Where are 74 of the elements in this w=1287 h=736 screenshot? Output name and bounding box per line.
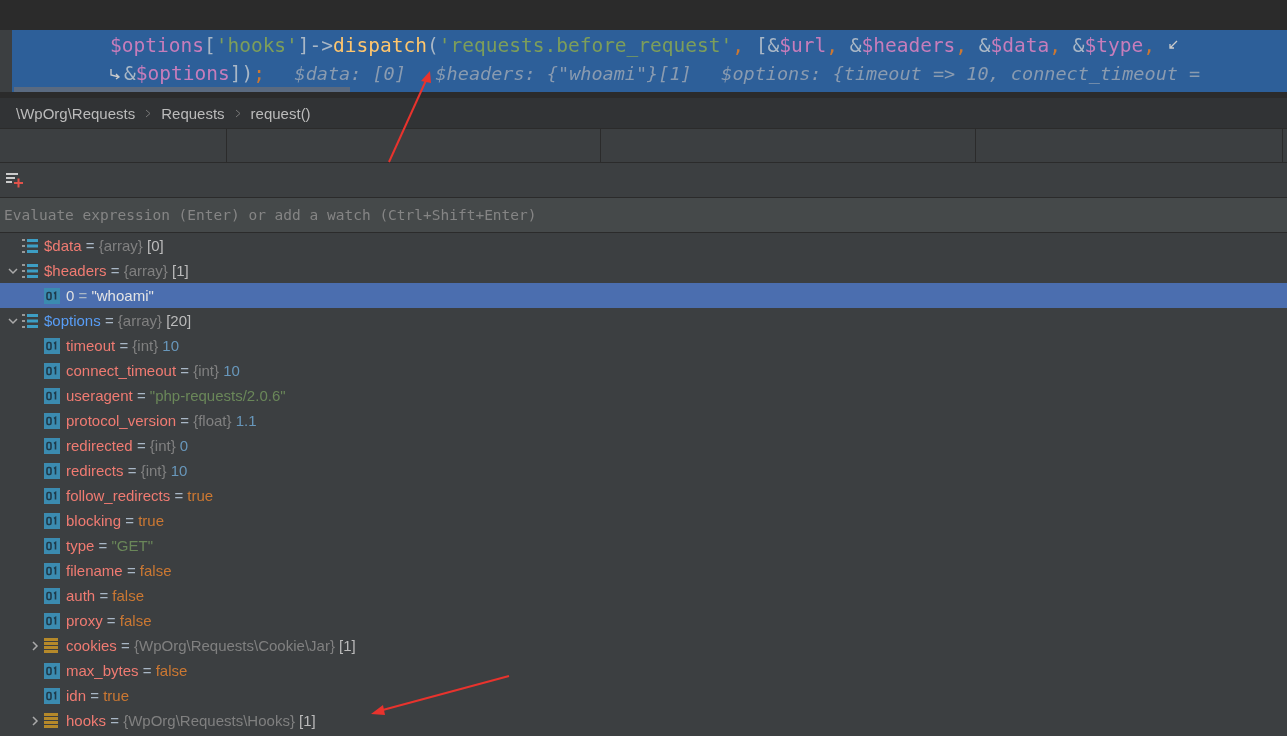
code-line: $options['hooks']->dispatch('requests.before_request', [&$url, &$headers, &$data, &$type, [110, 30, 1287, 62]
stacked-bars-icon [44, 713, 58, 728]
variable-row[interactable]: auth = false [0, 583, 1287, 608]
variable-text: protocol_version = {float} 1.1 [66, 412, 257, 429]
variable-row[interactable]: blocking = true [0, 508, 1287, 533]
binary-value-icon [44, 537, 60, 554]
breadcrumb-item[interactable]: \WpOrg\Requests [16, 104, 136, 122]
numbered-list-icon [22, 262, 38, 279]
binary-value-icon [44, 562, 60, 579]
numbered-list-icon [22, 312, 38, 329]
numbered-list-icon [22, 237, 38, 254]
variable-row[interactable]: type = "GET" [0, 533, 1287, 558]
watch-input-field[interactable]: Evaluate expression (Enter) or add a watch (Ctrl+Shift+Enter) [0, 198, 1287, 233]
binary-value-icon [44, 587, 60, 604]
binary-value-icon [44, 412, 60, 429]
variable-text: 0 = "whoami" [66, 287, 154, 304]
variable-text: timeout = {int} 10 [66, 337, 180, 354]
horizontal-scrollbar[interactable] [14, 87, 350, 92]
variable-text: $options = {array} [20] [44, 312, 192, 329]
binary-value-icon [44, 437, 60, 454]
variable-text: redirected = {int} 0 [66, 437, 189, 454]
variable-text: useragent = "php-requests/2.0.6" [66, 387, 286, 404]
variable-text: type = "GET" [66, 537, 153, 554]
chevron-right-icon [234, 108, 241, 118]
variable-text: idn = true [66, 687, 129, 704]
variable-row[interactable]: $headers = {array} [1] [0, 258, 1287, 283]
binary-value-icon [44, 362, 60, 379]
variable-row[interactable]: 0 = "whoami" [0, 283, 1287, 308]
binary-value-icon [44, 387, 60, 404]
variable-row[interactable]: idn = true [0, 683, 1287, 708]
add-watch-icon[interactable] [6, 172, 24, 188]
variable-text: max_bytes = false [66, 662, 188, 679]
variable-text: cookies = {WpOrg\Requests\Cookie\Jar} [1] [66, 637, 356, 654]
binary-value-icon [44, 462, 60, 479]
variable-row[interactable]: $data = {array} [0] [0, 233, 1287, 258]
variable-text: hooks = {WpOrg\Requests\Hooks} [1] [66, 712, 316, 729]
variable-row[interactable]: filename = false [0, 558, 1287, 583]
binary-value-icon [44, 612, 60, 629]
breadcrumb-item[interactable]: Requests [161, 104, 225, 122]
chevron-right-icon [145, 108, 152, 118]
variable-row[interactable]: connect_timeout = {int} 10 [0, 358, 1287, 383]
binary-value-icon [44, 337, 60, 354]
variable-text: redirects = {int} 10 [66, 462, 188, 479]
code-line: &$options]); $data: [0] $headers: {"whoami"}[1] $options: {timeout => 10, connect_timeout = [110, 62, 1287, 86]
variable-row[interactable]: $options = {array} [20] [0, 308, 1287, 333]
variable-text: filename = false [66, 562, 172, 579]
binary-value-icon [44, 512, 60, 529]
variable-text: $data = {array} [0] [44, 237, 164, 254]
binary-value-icon [44, 487, 60, 504]
variable-row[interactable]: redirected = {int} 0 [0, 433, 1287, 458]
binary-value-icon [44, 287, 60, 304]
variable-text: $headers = {array} [1] [44, 262, 189, 279]
binary-value-icon [44, 687, 60, 704]
binary-value-icon [44, 662, 60, 679]
soft-wrap-icon [1167, 40, 1179, 52]
variable-text: blocking = true [66, 512, 164, 529]
stacked-bars-icon [44, 638, 58, 653]
variable-text: proxy = false [66, 612, 152, 629]
breadcrumb-item[interactable]: request() [250, 104, 311, 122]
variable-row[interactable]: timeout = {int} 10 [0, 333, 1287, 358]
variable-text: follow_redirects = true [66, 487, 214, 504]
variable-row[interactable]: follow_redirects = true [0, 483, 1287, 508]
variable-row[interactable]: useragent = "php-requests/2.0.6" [0, 383, 1287, 408]
chevron-right-icon[interactable] [29, 714, 41, 727]
variable-row[interactable]: hooks = {WpOrg\Requests\Hooks} [1] [0, 708, 1287, 733]
variable-row[interactable]: cookies = {WpOrg\Requests\Cookie\Jar} [1] [0, 633, 1287, 658]
variable-row[interactable]: max_bytes = false [0, 658, 1287, 683]
variable-row[interactable]: proxy = false [0, 608, 1287, 633]
variable-row[interactable]: redirects = {int} 10 [0, 458, 1287, 483]
variable-text: connect_timeout = {int} 10 [66, 362, 240, 379]
variable-row[interactable]: protocol_version = {float} 1.1 [0, 408, 1287, 433]
chevron-right-icon[interactable] [29, 639, 41, 652]
variable-text: auth = false [66, 587, 144, 604]
soft-wrap-icon [110, 68, 122, 80]
